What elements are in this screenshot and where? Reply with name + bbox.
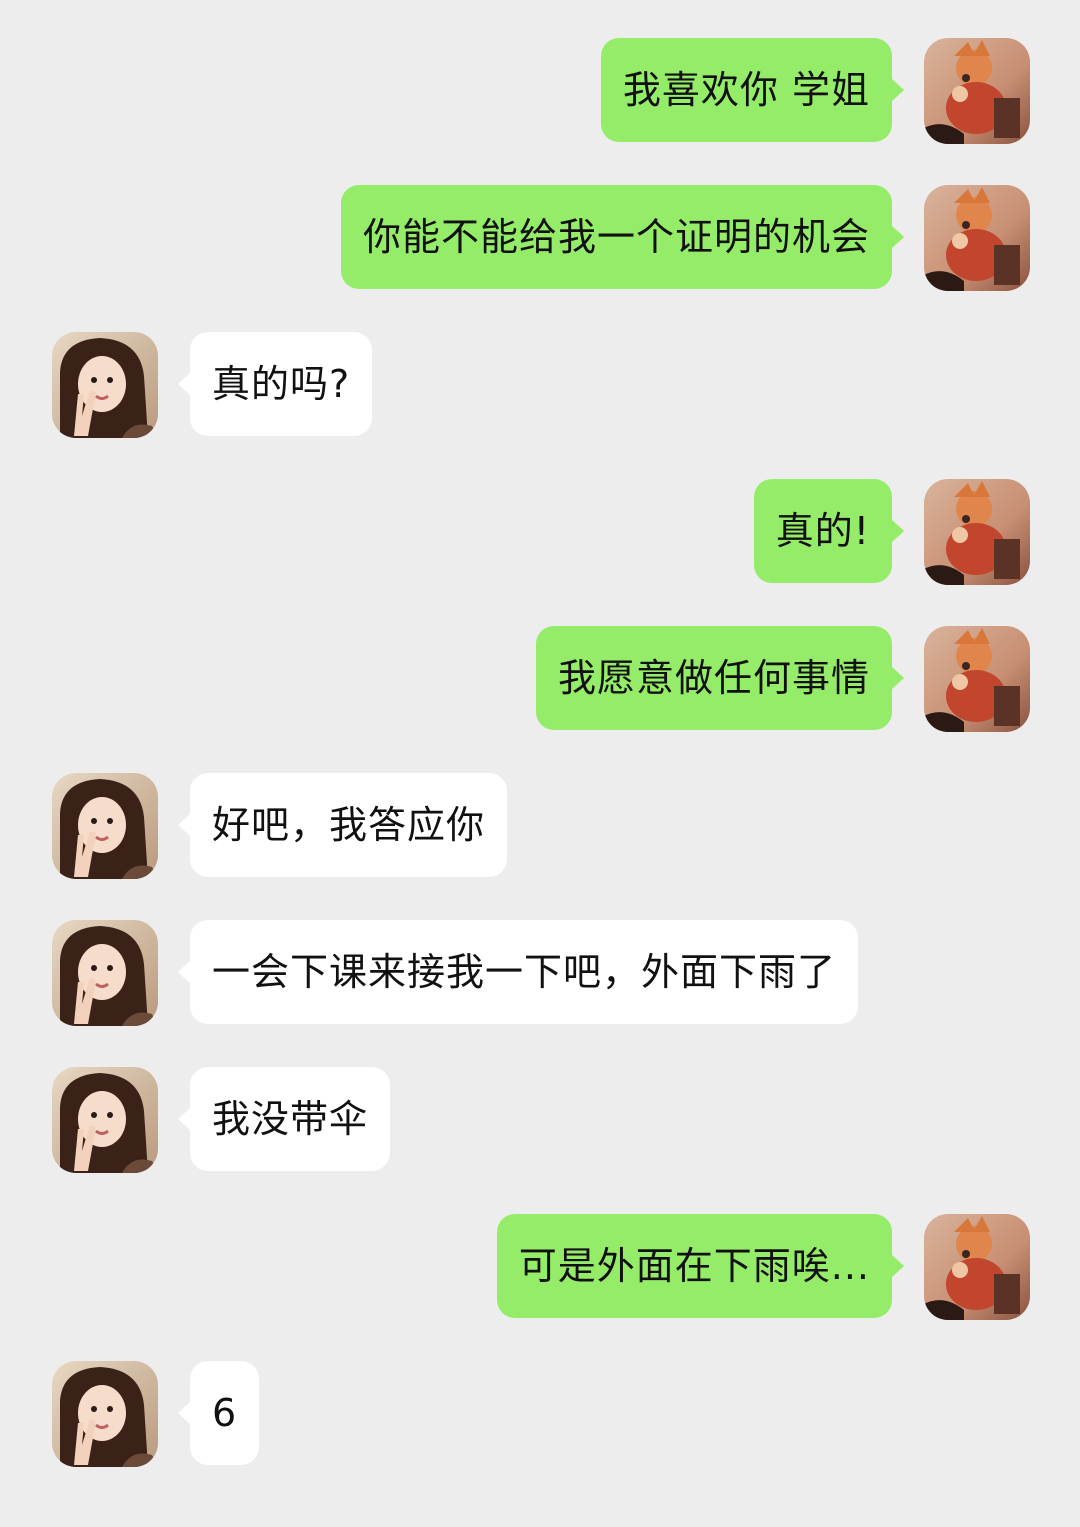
- message-row: 真的!: [0, 479, 1080, 585]
- message-bubble-received[interactable]: 真的吗?: [177, 332, 373, 436]
- message-row: 一会下课来接我一下吧，外面下雨了: [0, 920, 1080, 1026]
- girl-peace-sign-avatar-icon[interactable]: [52, 1361, 158, 1467]
- message-bubble-received[interactable]: 我没带伞: [177, 1067, 391, 1171]
- anime-boy-avatar-icon[interactable]: [924, 38, 1030, 144]
- message-bubble-sent[interactable]: 你能不能给我一个证明的机会: [340, 185, 905, 289]
- message-row: 我喜欢你 学姐: [0, 38, 1080, 144]
- girl-peace-sign-avatar-icon[interactable]: [52, 773, 158, 879]
- message-bubble-received[interactable]: 好吧，我答应你: [177, 773, 508, 877]
- anime-boy-avatar-icon[interactable]: [924, 1214, 1030, 1320]
- chat-area[interactable]: 我喜欢你 学姐 你能不能给我一个证明的机会 真的吗? 真的! 我愿意做任何事情 …: [0, 0, 1080, 1527]
- message-bubble-received[interactable]: 一会下课来接我一下吧，外面下雨了: [177, 920, 859, 1024]
- message-row: 可是外面在下雨唉...: [0, 1214, 1080, 1320]
- message-row: 我愿意做任何事情: [0, 626, 1080, 732]
- message-bubble-sent[interactable]: 我愿意做任何事情: [535, 626, 905, 730]
- girl-peace-sign-avatar-icon[interactable]: [52, 920, 158, 1026]
- anime-boy-avatar-icon[interactable]: [924, 185, 1030, 291]
- message-bubble-received[interactable]: 6: [177, 1361, 260, 1465]
- message-row: 好吧，我答应你: [0, 773, 1080, 879]
- anime-boy-avatar-icon[interactable]: [924, 626, 1030, 732]
- message-bubble-sent[interactable]: 我喜欢你 学姐: [600, 38, 905, 142]
- anime-boy-avatar-icon[interactable]: [924, 479, 1030, 585]
- message-row: 我没带伞: [0, 1067, 1080, 1173]
- girl-peace-sign-avatar-icon[interactable]: [52, 1067, 158, 1173]
- girl-peace-sign-avatar-icon[interactable]: [52, 332, 158, 438]
- message-row: 6: [0, 1361, 1080, 1467]
- message-row: 你能不能给我一个证明的机会: [0, 185, 1080, 291]
- message-bubble-sent[interactable]: 真的!: [753, 479, 905, 583]
- message-bubble-sent[interactable]: 可是外面在下雨唉...: [496, 1214, 905, 1318]
- message-row: 真的吗?: [0, 332, 1080, 438]
